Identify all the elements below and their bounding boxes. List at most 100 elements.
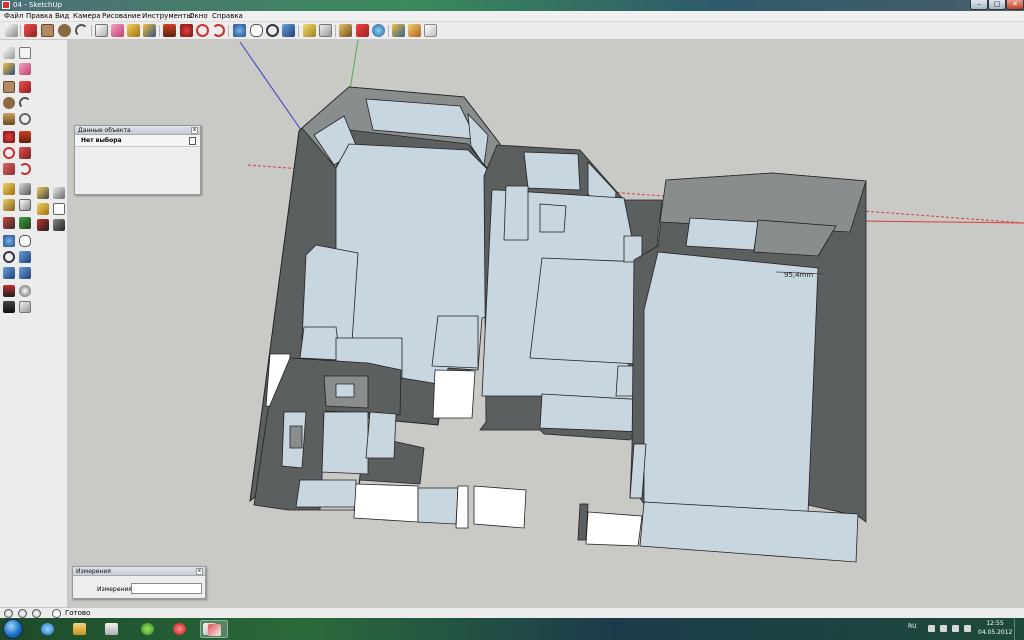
tray-network-icon[interactable] xyxy=(952,625,959,632)
menu-tools[interactable]: Инструменты xyxy=(142,12,192,21)
measurements-input[interactable] xyxy=(131,583,202,594)
push-pull-icon[interactable] xyxy=(19,131,31,143)
paint-bucket-icon[interactable] xyxy=(3,63,15,75)
entity-info-collapse-icon[interactable] xyxy=(189,137,196,145)
tape-measure-icon[interactable] xyxy=(127,24,140,37)
circle-icon[interactable] xyxy=(58,24,71,37)
entity-info-header[interactable]: Данные объекта x xyxy=(75,126,200,135)
offset-icon[interactable] xyxy=(212,24,225,37)
position-camera-icon[interactable] xyxy=(19,217,31,229)
styles-icon[interactable] xyxy=(392,24,405,37)
scale-icon[interactable] xyxy=(3,163,15,175)
pencil-icon[interactable] xyxy=(19,81,31,93)
previous-view-icon[interactable] xyxy=(303,24,316,37)
pencil-icon[interactable] xyxy=(24,24,37,37)
right-room-floor[interactable] xyxy=(643,251,819,515)
walk-icon[interactable] xyxy=(3,217,15,229)
look-icon[interactable] xyxy=(19,285,31,297)
start-button-icon[interactable] xyxy=(3,619,23,639)
sketchup-app-icon[interactable] xyxy=(2,1,10,9)
previous-view-icon[interactable] xyxy=(19,267,31,279)
menu-draw[interactable]: Рисование xyxy=(102,12,141,21)
taskbar-media[interactable] xyxy=(98,620,125,638)
dimension-icon[interactable] xyxy=(19,183,31,195)
pan-icon[interactable] xyxy=(19,235,31,247)
zoom-extents-icon[interactable] xyxy=(282,24,295,37)
zoom-icon[interactable] xyxy=(3,251,15,263)
middle-room-bed[interactable] xyxy=(529,257,645,365)
rotate-icon[interactable] xyxy=(196,24,209,37)
paint-bucket-icon[interactable] xyxy=(143,24,156,37)
taskbar-opera[interactable] xyxy=(166,620,193,638)
position-icon[interactable] xyxy=(3,285,15,297)
rectangle-icon[interactable] xyxy=(41,24,54,37)
follow-me-icon[interactable] xyxy=(19,147,31,159)
orbit-alt-icon[interactable] xyxy=(37,219,49,231)
geolocation-icon[interactable] xyxy=(4,609,13,618)
rectangle-icon[interactable] xyxy=(3,81,15,93)
measurements-header[interactable]: Измерения x xyxy=(73,567,205,576)
eraser-icon[interactable] xyxy=(111,24,124,37)
model-viewport[interactable]: 95,4mm xyxy=(68,40,1024,607)
pan-icon[interactable] xyxy=(250,24,263,37)
share-model-icon[interactable] xyxy=(356,24,369,37)
make-component-icon[interactable] xyxy=(19,47,31,59)
component-browser-icon[interactable] xyxy=(424,24,437,37)
menu-help[interactable]: Справка xyxy=(212,12,243,21)
measurements-close-button[interactable]: x xyxy=(196,568,203,575)
close-button[interactable]: ✕ xyxy=(1006,0,1024,10)
polygon-icon[interactable] xyxy=(3,113,15,125)
circle-icon[interactable] xyxy=(3,97,15,109)
offset-icon[interactable] xyxy=(19,163,31,175)
section-display-icon[interactable] xyxy=(19,301,31,313)
tray-volume-icon[interactable] xyxy=(964,625,971,632)
menu-camera[interactable]: Камера xyxy=(73,12,101,21)
arc-icon[interactable] xyxy=(75,24,88,37)
section-plane-icon[interactable] xyxy=(37,203,49,215)
zoom-extents-icon[interactable] xyxy=(3,267,15,279)
menu-view[interactable]: Вид xyxy=(55,12,69,21)
orbit-icon[interactable] xyxy=(3,235,15,247)
protractor-icon[interactable] xyxy=(37,187,49,199)
select-icon[interactable] xyxy=(5,24,18,37)
tray-language[interactable]: RU xyxy=(908,623,917,630)
tray-arrow-icon[interactable] xyxy=(928,625,935,632)
entity-info-panel[interactable]: Данные объекта x Нет выбора xyxy=(74,125,201,195)
google-earth-icon[interactable] xyxy=(372,24,385,37)
help-icon[interactable] xyxy=(52,609,61,618)
footprints-icon[interactable] xyxy=(3,301,15,313)
taskbar-ie[interactable] xyxy=(34,620,61,638)
select-icon[interactable] xyxy=(3,47,15,59)
text-icon[interactable] xyxy=(3,199,15,211)
entity-info-close-button[interactable]: x xyxy=(191,127,198,134)
show-desktop-button[interactable] xyxy=(1014,618,1024,640)
zoom-window-icon[interactable] xyxy=(19,251,31,263)
taskbar-explorer[interactable] xyxy=(66,620,93,638)
clock-time[interactable]: 12:55 xyxy=(980,620,1010,627)
move-icon[interactable] xyxy=(3,131,15,143)
move-icon[interactable] xyxy=(180,24,193,37)
menu-edit[interactable]: Правка xyxy=(26,12,53,21)
next-view-icon[interactable] xyxy=(319,24,332,37)
pan-alt-icon[interactable] xyxy=(53,219,65,231)
3d-text-icon[interactable] xyxy=(19,199,31,211)
credits-icon[interactable] xyxy=(18,609,27,618)
menu-file[interactable]: Файл xyxy=(4,12,23,21)
taskbar-sketchup-active[interactable] xyxy=(200,620,228,638)
zoom-icon[interactable] xyxy=(266,24,279,37)
section-plane-icon[interactable] xyxy=(408,24,421,37)
arc-icon[interactable] xyxy=(19,97,31,109)
tray-flag-icon[interactable] xyxy=(940,625,947,632)
get-models-icon[interactable] xyxy=(339,24,352,37)
clock-date[interactable]: 04.05.2012 xyxy=(978,629,1012,636)
look-around-icon[interactable] xyxy=(53,203,65,215)
freehand-icon[interactable] xyxy=(19,113,31,125)
maximize-button[interactable]: □ xyxy=(988,0,1006,10)
instructor-icon[interactable] xyxy=(32,609,41,618)
rotate-icon[interactable] xyxy=(3,147,15,159)
axes-icon[interactable] xyxy=(53,187,65,199)
menu-window[interactable]: Окно xyxy=(189,12,208,21)
taskbar-icq[interactable] xyxy=(134,620,161,638)
orbit-icon[interactable] xyxy=(233,24,246,37)
minimize-button[interactable]: – xyxy=(970,0,988,10)
